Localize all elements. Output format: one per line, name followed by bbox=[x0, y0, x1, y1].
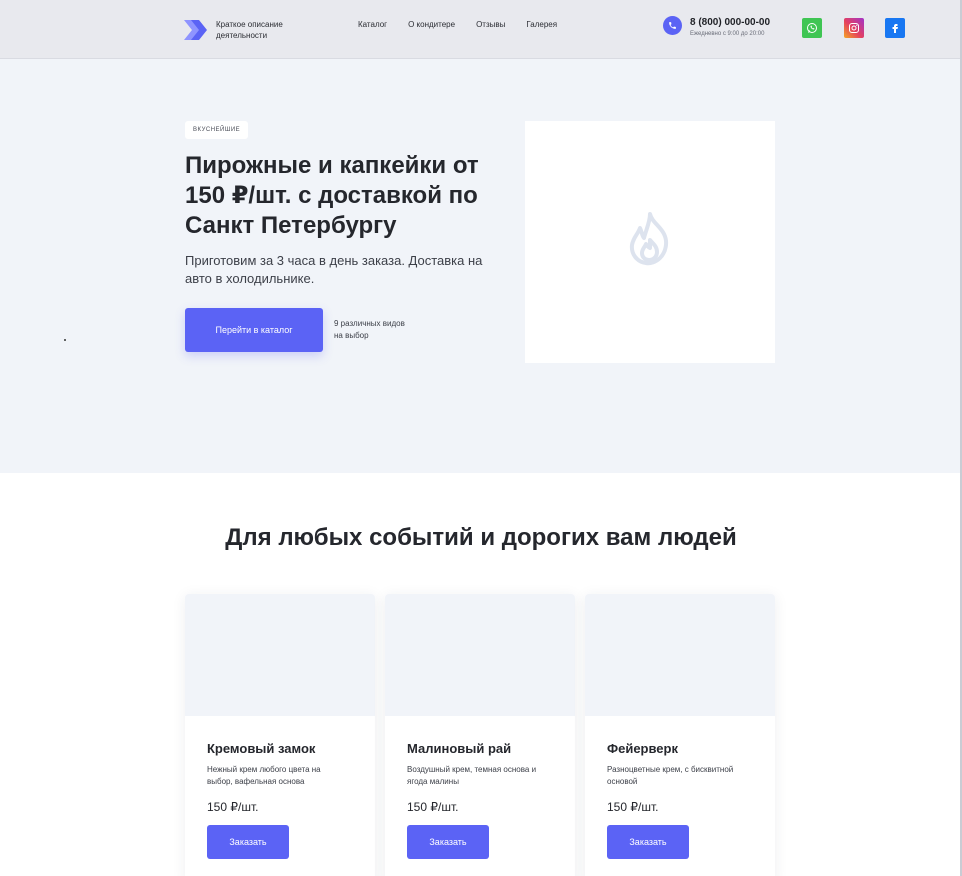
product-description: Разноцветные крем, с бисквитной основой bbox=[607, 765, 734, 786]
working-hours: Ежедневно с 9:00 до 20:00 bbox=[690, 31, 765, 37]
product-image bbox=[385, 594, 575, 716]
product-image bbox=[185, 594, 375, 716]
phone-number[interactable]: 8 (800) 000-00-00 bbox=[690, 17, 770, 28]
product-image bbox=[585, 594, 775, 716]
product-card: Фейерверк Разноцветные крем, с бисквитно… bbox=[585, 594, 775, 876]
product-price: 150 ₽/шт. bbox=[607, 800, 659, 814]
stray-dot bbox=[64, 339, 66, 341]
logo-icon[interactable] bbox=[184, 18, 208, 42]
hero-badge: ВКУСНЕЙШИЕ bbox=[185, 121, 249, 139]
site-header: Краткое описание деятельности Каталог О … bbox=[0, 0, 962, 59]
product-name: Фейерверк bbox=[607, 741, 678, 756]
product-name: Малиновый рай bbox=[407, 741, 512, 756]
hero-subtitle: Приготовим за 3 часа в день заказа. Дост… bbox=[185, 253, 483, 286]
product-description: Нежный крем любого цвета на выбор, вафел… bbox=[207, 765, 321, 786]
whatsapp-icon[interactable] bbox=[802, 18, 822, 38]
order-button[interactable]: Заказать bbox=[207, 825, 289, 859]
order-button[interactable]: Заказать bbox=[407, 825, 489, 859]
flame-icon bbox=[626, 210, 674, 275]
product-description: Воздушный крем, темная основа и ягода ма… bbox=[407, 765, 537, 786]
nav-item-reviews[interactable]: Отзывы bbox=[476, 20, 505, 29]
product-price: 150 ₽/шт. bbox=[207, 800, 259, 814]
order-button[interactable]: Заказать bbox=[607, 825, 689, 859]
phone-icon[interactable] bbox=[663, 16, 682, 35]
product-card: Малиновый рай Воздушный крем, темная осн… bbox=[385, 594, 575, 876]
main-nav: Каталог О кондитере Отзывы Галерея bbox=[358, 20, 578, 29]
tagline: Краткое описание деятельности bbox=[216, 20, 283, 40]
catalog-button[interactable]: Перейти в каталог bbox=[185, 308, 323, 352]
nav-item-gallery[interactable]: Галерея bbox=[526, 20, 557, 29]
instagram-icon[interactable] bbox=[844, 18, 864, 38]
product-price: 150 ₽/шт. bbox=[407, 800, 459, 814]
hero-section: ВКУСНЕЙШИЕ Пирожные и капкейки от 150 ₽/… bbox=[0, 59, 962, 473]
section-title: Для любых событий и дорогих вам людей bbox=[225, 524, 737, 551]
hero-title: Пирожные и капкейки от 150 ₽/шт. с доста… bbox=[185, 152, 479, 239]
variety-note: 9 различных видов на выбор bbox=[334, 319, 405, 340]
facebook-icon[interactable] bbox=[885, 18, 905, 38]
nav-item-catalog[interactable]: Каталог bbox=[358, 20, 387, 29]
product-card: Кремовый замок Нежный крем любого цвета … bbox=[185, 594, 375, 876]
hero-image-placeholder bbox=[525, 121, 775, 363]
nav-item-about[interactable]: О кондитере bbox=[408, 20, 455, 29]
product-name: Кремовый замок bbox=[207, 741, 316, 756]
